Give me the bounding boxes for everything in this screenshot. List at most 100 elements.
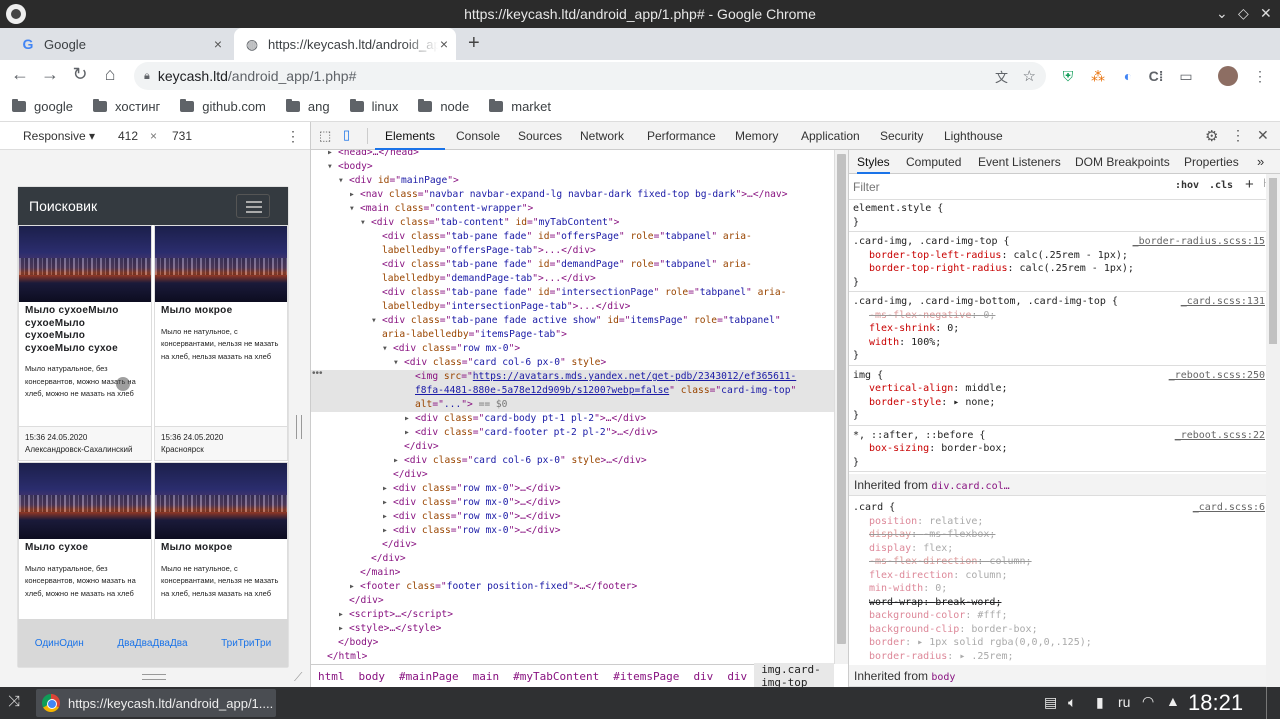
reload-icon[interactable]: ↻ [68, 64, 92, 85]
dom-node[interactable]: ▸ <div class="card-body pt-1 pl-2">…</div… [311, 412, 834, 426]
close-window-icon[interactable]: ✕ [1260, 5, 1272, 22]
devtools-menu-icon[interactable]: ⋮ [1231, 127, 1245, 144]
dom-node[interactable]: ▾ <div class="row mx-0"> [311, 342, 834, 356]
drop-extension-icon[interactable]: ◐ [1118, 66, 1138, 86]
expand-triangle-icon[interactable]: ▸ [338, 622, 349, 636]
css-declaration[interactable]: border: ▸ 1px solid rgba(0,0,0,.125); [853, 636, 1265, 650]
start-menu-icon[interactable]: ⤨ [8, 693, 20, 710]
expand-triangle-icon[interactable]: ▸ [349, 580, 360, 594]
new-tab-button[interactable]: + [468, 32, 480, 55]
rule-source-link[interactable]: _border-radius.scss:15 [1133, 235, 1265, 249]
css-declaration[interactable]: border-top-right-radius: calc(.25rem - 1… [853, 262, 1265, 276]
shield-extension-icon[interactable]: ⛨ [1058, 66, 1078, 86]
expand-triangle-icon[interactable]: ▸ [382, 482, 393, 496]
profile-avatar[interactable] [1218, 66, 1238, 86]
address-bar[interactable]: 🔒︎ keycash.ltd/android_app/1.php# 文 ☆ [134, 62, 1046, 90]
rule-selector[interactable]: element.style { [853, 202, 1265, 216]
css-declaration[interactable]: flex-shrink: 0; [853, 322, 1265, 336]
bookmark-ang[interactable]: ang [285, 99, 330, 114]
tab-google[interactable]: G Google × [8, 28, 230, 60]
collapse-triangle-icon[interactable]: ▾ [371, 314, 382, 328]
footer-link-three[interactable]: ТриТриТри [221, 638, 271, 649]
expand-triangle-icon[interactable]: ▸ [404, 426, 415, 440]
scrollbar-thumb[interactable] [1269, 178, 1277, 344]
breadcrumb-item[interactable]: main [466, 670, 507, 683]
dom-node[interactable]: labelledby="demandPage-tab">...</div> [311, 272, 834, 286]
bookmark-node[interactable]: node [418, 99, 469, 114]
css-declaration[interactable]: border-radius: ▸ .25rem; [853, 650, 1265, 664]
minimize-icon[interactable]: ⌄ [1216, 5, 1228, 22]
wifi-icon[interactable]: ◠ [1142, 693, 1154, 710]
dom-node[interactable]: </div> [311, 468, 834, 482]
tab-event-listeners[interactable]: Event Listeners [978, 150, 1061, 174]
dom-node[interactable]: ▸ <footer class="footer position-fixed">…… [311, 580, 834, 594]
inherited-element-link[interactable]: body [931, 672, 955, 683]
bookmark-google[interactable]: google [12, 99, 73, 114]
collapse-triangle-icon[interactable]: ▾ [360, 216, 371, 230]
dom-node[interactable]: </div> [311, 440, 834, 454]
ellipsis-icon[interactable]: ••• [312, 368, 323, 379]
bookmark-linux[interactable]: linux [349, 99, 398, 114]
collapse-triangle-icon[interactable]: ▾ [393, 356, 404, 370]
product-card[interactable]: Мыло сухое Мыло натуральное, без консерв… [18, 462, 152, 622]
css-declaration[interactable]: -ms-flex-negative: 0; [853, 309, 1265, 323]
dom-node[interactable]: </div> [311, 552, 834, 566]
rule-source-link[interactable]: _reboot.scss:250 [1169, 369, 1265, 383]
footer-link-one[interactable]: ОдинОдин [35, 638, 84, 649]
tab-computed[interactable]: Computed [906, 150, 961, 174]
inspect-element-icon[interactable]: ⬚ [319, 128, 331, 144]
navbar-brand[interactable]: Поисковик [29, 198, 97, 214]
breadcrumb-item[interactable]: #myTabContent [506, 670, 606, 683]
dom-node[interactable]: ▸ <div class="card col-6 px-0" style>…</d… [311, 454, 834, 468]
breadcrumb-item[interactable]: img.card-img-top [754, 663, 834, 689]
dom-node[interactable]: ▾ <body> [311, 160, 834, 174]
dom-node[interactable]: </div> [311, 594, 834, 608]
css-declaration[interactable]: min-width: 0; [853, 582, 1265, 596]
dom-node[interactable]: ▸ <div class="row mx-0">…</div> [311, 496, 834, 510]
dom-node[interactable]: ▸ <style>…</style> [311, 622, 834, 636]
breadcrumb-item[interactable]: #mainPage [392, 670, 466, 683]
rule-selector[interactable]: img {_reboot.scss:250 [853, 369, 1265, 383]
expand-triangle-icon[interactable]: ▸ [382, 524, 393, 538]
css-declaration[interactable]: word-wrap: break-word; [853, 596, 1265, 610]
close-tab-icon[interactable]: × [214, 36, 222, 52]
maximize-icon[interactable]: ◇ [1238, 5, 1249, 22]
navbar-toggler[interactable] [236, 194, 270, 218]
tab-network[interactable]: Network [580, 122, 624, 150]
resize-bottom-handle[interactable] [142, 674, 166, 680]
dom-node[interactable]: ▾ <div id="mainPage"> [311, 174, 834, 188]
show-desktop-button[interactable] [1266, 687, 1270, 719]
chrome-menu-icon[interactable]: ⋮ [1250, 66, 1270, 86]
bookmark-star-icon[interactable]: ☆ [1023, 67, 1036, 85]
dom-node[interactable]: ▸ <head>…</head> [311, 150, 834, 160]
inherited-element-link[interactable]: div.card.col… [931, 481, 1009, 492]
cast-extension-icon[interactable]: ▭ [1176, 66, 1196, 86]
rule-selector[interactable]: .card-img, .card-img-top {_border-radius… [853, 235, 1265, 249]
expand-triangle-icon[interactable]: ▸ [349, 188, 360, 202]
breadcrumb-item[interactable]: html [311, 670, 352, 683]
dom-node-selected[interactable]: alt="..."> == $0 [311, 398, 834, 412]
dom-node-selected[interactable]: f8fa-4481-880e-5a78e12d909b/s1200?webp=f… [311, 384, 834, 398]
collapse-triangle-icon[interactable]: ▾ [327, 160, 338, 174]
volume-icon[interactable]: 🔈︎ [1068, 694, 1076, 711]
css-declaration[interactable]: background-clip: border-box; [853, 623, 1265, 637]
tab-dom-breakpoints[interactable]: DOM Breakpoints [1075, 150, 1170, 174]
dom-node[interactable]: <div class="tab-pane fade" id="intersect… [311, 286, 834, 300]
css-declaration[interactable]: display: -ms-flexbox; [853, 528, 1265, 542]
rule-selector[interactable]: .card {_card.scss:6 [853, 501, 1265, 515]
dom-node[interactable]: labelledby="intersectionPage-tab">...</d… [311, 300, 834, 314]
css-declaration[interactable]: display: flex; [853, 542, 1265, 556]
tab-performance[interactable]: Performance [647, 122, 716, 150]
dom-node[interactable]: ▸ <div class="row mx-0">…</div> [311, 510, 834, 524]
battery-icon[interactable]: ▮ [1096, 694, 1104, 711]
device-width-input[interactable]: 412 [110, 126, 146, 146]
dom-node[interactable]: ▾ <div class="tab-pane fade active show" … [311, 314, 834, 328]
class-toggle[interactable]: .cls [1209, 180, 1233, 191]
tab-styles[interactable]: Styles [857, 150, 890, 174]
rule-source-link[interactable]: _reboot.scss:22 [1175, 429, 1265, 443]
dom-node[interactable]: labelledby="offersPage-tab">...</div> [311, 244, 834, 258]
elements-scrollbar[interactable] [834, 150, 848, 664]
dom-node[interactable]: <div class="tab-pane fade" id="offersPag… [311, 230, 834, 244]
product-card[interactable]: Мыло мокрое Мыло не натульное, с консерв… [154, 225, 288, 461]
collapse-triangle-icon[interactable]: ▾ [382, 342, 393, 356]
